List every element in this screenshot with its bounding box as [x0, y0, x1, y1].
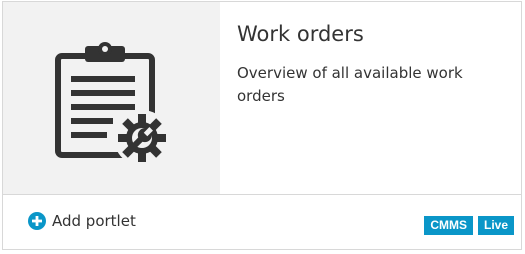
portlet-footer: Add portlet CMMS Live [3, 195, 521, 249]
portlet-thumbnail [3, 2, 220, 194]
clipboard-gear-icon [55, 42, 170, 166]
add-portlet-label: Add portlet [52, 212, 136, 230]
portlet-info: Work orders Overview of all available wo… [237, 20, 512, 108]
add-portlet-button[interactable]: Add portlet [28, 212, 136, 230]
tag-list: CMMS Live [424, 216, 514, 235]
plus-circle-icon [28, 212, 46, 230]
portlet-description: Overview of all available work orders [237, 64, 463, 105]
portlet-title: Work orders [237, 22, 364, 46]
tag-badge-live: Live [477, 216, 514, 235]
portlet-card: Work orders Overview of all available wo… [2, 1, 522, 250]
tag-badge-cmms: CMMS [424, 216, 473, 235]
